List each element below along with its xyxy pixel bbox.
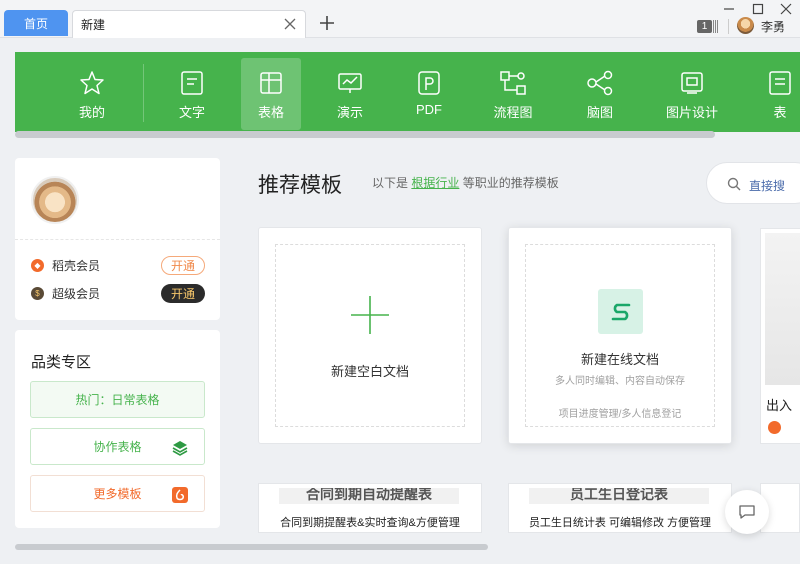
page-title: 推荐模板: [258, 174, 342, 197]
tab-new[interactable]: 新建: [72, 10, 306, 38]
online-doc-logo-icon: [598, 289, 643, 334]
template-desc: 员工生日统计表 可编辑修改 方便管理: [528, 517, 712, 529]
toolbar-divider: [143, 64, 144, 122]
avatar[interactable]: [31, 176, 79, 224]
collab-label: 协作表格: [93, 440, 142, 454]
toolbar-label: 图片设计: [665, 105, 718, 120]
pdf-icon: [418, 71, 440, 95]
industry-link[interactable]: 根据行业: [411, 176, 459, 190]
template-card-partial[interactable]: 出入: [760, 228, 800, 444]
more-templates-button[interactable]: 更多模板: [30, 475, 205, 512]
member-label: 稻壳会员: [52, 258, 101, 273]
online-doc-desc: 多人同时编辑、内容自动保存: [555, 376, 685, 387]
image-design-icon: [681, 72, 703, 94]
open-super-member-button[interactable]: 开通: [161, 283, 205, 303]
recommend-subtitle: 以下是 根据行业 等职业的推荐模板: [372, 174, 559, 191]
flowchart-icon: [500, 71, 526, 95]
template-card[interactable]: 员工生日登记表 员工生日统计表 可编辑修改 方便管理: [508, 483, 732, 533]
member-label: 超级会员: [52, 286, 101, 301]
title-bar: 首页 新建 1 李勇: [0, 0, 800, 38]
docer-logo-icon: [172, 487, 188, 503]
toolbar-label: 流程图: [493, 105, 533, 120]
minimize-icon[interactable]: [722, 2, 736, 16]
docer-member-icon: ◆: [31, 258, 44, 272]
divider: [15, 239, 220, 240]
search-input[interactable]: 直接搜: [706, 162, 800, 204]
divider: [728, 19, 729, 34]
app-toolbar: 我的 文字 表格 演示 PDF 流程图 脑图 图片设计 表: [15, 52, 800, 132]
mindmap-icon: [587, 70, 613, 96]
toolbar-scrollbar[interactable]: [15, 131, 715, 138]
new-blank-doc-label: 新建空白文档: [330, 364, 409, 379]
add-tab-icon[interactable]: [318, 14, 336, 32]
toolbar-item-mine[interactable]: 我的: [62, 58, 122, 130]
toolbar-label: 表格: [257, 105, 284, 120]
presentation-icon: [338, 73, 362, 93]
template-heading: 员工生日登记表: [529, 488, 709, 504]
new-online-doc-label: 新建在线文档: [580, 352, 659, 367]
form-icon: [769, 71, 791, 95]
super-member-row: $ 超级会员 开通: [31, 283, 205, 303]
card-dashed-border: [275, 244, 465, 427]
open-docer-member-button[interactable]: 开通: [161, 255, 205, 275]
window-close-icon[interactable]: [779, 2, 793, 16]
maximize-icon[interactable]: [751, 2, 765, 16]
tab-new-label: 新建: [81, 18, 106, 32]
search-placeholder: 直接搜: [749, 179, 786, 193]
subtitle-suffix: 等职业的推荐模板: [462, 176, 559, 190]
toolbar-label: 脑图: [586, 105, 613, 120]
docer-member-row: ◆ 稻壳会员 开通: [31, 255, 205, 275]
toolbar-item-image-design[interactable]: 图片设计: [662, 58, 722, 130]
message-icon: [739, 505, 755, 519]
template-thumbnail: [765, 233, 800, 385]
doc-icon: [181, 71, 203, 95]
notification-badge[interactable]: 1: [697, 20, 712, 33]
hot-daily-tables-button[interactable]: 热门：日常表格: [30, 381, 205, 418]
new-online-doc-card[interactable]: 新建在线文档 多人同时编辑、内容自动保存 项目进度管理/多人信息登记: [508, 227, 732, 444]
toolbar-item-presentation[interactable]: 演示: [320, 58, 380, 130]
bars-icon[interactable]: [713, 20, 721, 33]
profile-card: ◆ 稻壳会员 开通 $ 超级会员 开通: [15, 158, 220, 320]
layers-icon: [172, 441, 188, 456]
feedback-button[interactable]: [725, 490, 769, 534]
toolbar-item-text[interactable]: 文字: [162, 58, 222, 130]
toolbar-item-pdf[interactable]: PDF: [399, 58, 459, 130]
toolbar-label: 表: [773, 105, 787, 120]
template-title-partial: 出入: [766, 398, 793, 413]
subtitle-prefix: 以下是: [372, 176, 409, 190]
username[interactable]: 李勇: [761, 18, 785, 35]
new-blank-doc-card[interactable]: 新建空白文档: [258, 227, 482, 444]
card-dashed-border: [525, 244, 715, 427]
table-icon: [260, 72, 282, 94]
close-icon[interactable]: [283, 17, 297, 31]
more-label: 更多模板: [93, 487, 142, 501]
toolbar-item-flowchart[interactable]: 流程图: [483, 58, 543, 130]
page-scrollbar[interactable]: [15, 544, 488, 550]
tab-home[interactable]: 首页: [4, 10, 68, 36]
template-desc: 合同到期提醒表&实时查询&方便管理: [280, 517, 460, 529]
category-card: 品类专区 热门：日常表格 协作表格 更多模板: [15, 330, 220, 528]
collab-tables-button[interactable]: 协作表格: [30, 428, 205, 465]
toolbar-item-form[interactable]: 表: [750, 58, 800, 130]
template-card[interactable]: 合同到期自动提醒表 合同到期提醒表&实时查询&方便管理: [258, 483, 482, 533]
toolbar-item-mindmap[interactable]: 脑图: [570, 58, 630, 130]
toolbar-item-table[interactable]: 表格: [241, 58, 301, 130]
star-icon: [80, 71, 104, 95]
super-member-icon: $: [31, 286, 44, 300]
search-icon: [727, 177, 741, 191]
user-avatar-small[interactable]: [737, 17, 754, 34]
online-doc-tags: 项目进度管理/多人信息登记: [558, 409, 682, 420]
plus-icon: [351, 296, 389, 334]
toolbar-label: 文字: [178, 105, 205, 120]
toolbar-label: 演示: [336, 105, 363, 120]
template-heading: 合同到期自动提醒表: [279, 488, 459, 504]
docer-logo-icon: [768, 421, 781, 434]
toolbar-label: PDF: [416, 102, 442, 117]
toolbar-label: 我的: [78, 105, 105, 120]
category-title: 品类专区: [31, 354, 92, 371]
